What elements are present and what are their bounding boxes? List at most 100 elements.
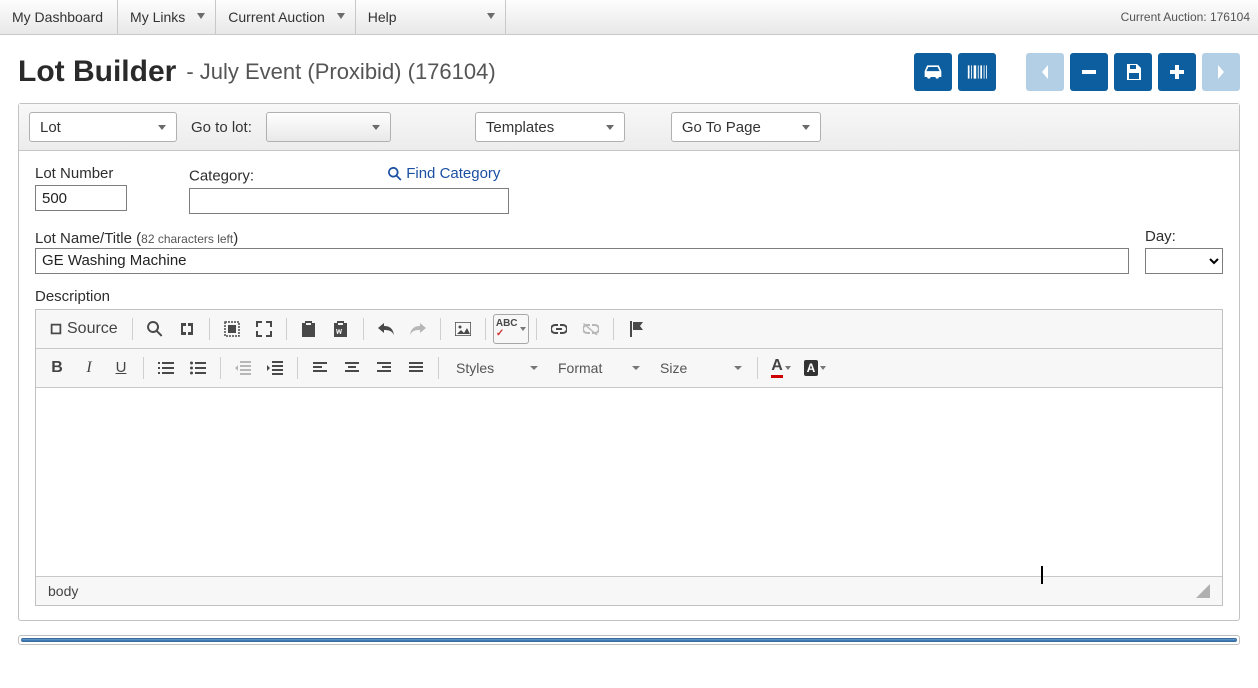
next-lot-button — [1202, 53, 1240, 91]
menu-my-dashboard[interactable]: My Dashboard — [0, 0, 118, 34]
editor-undo-button[interactable] — [371, 314, 401, 344]
editor-resize-grip[interactable] — [1196, 584, 1210, 598]
editor-paste-button[interactable] — [294, 314, 324, 344]
editor-element-path[interactable]: body — [48, 583, 78, 599]
top-menu-bar: My Dashboard My Links Current Auction He… — [0, 0, 1258, 35]
redo-icon — [410, 323, 426, 335]
chevron-down-icon — [337, 13, 345, 19]
editor-replace-button[interactable] — [172, 314, 202, 344]
day-field-group: Day: — [1145, 228, 1223, 274]
lot-type-select[interactable]: Lot — [29, 112, 177, 142]
go-to-lot-select[interactable] — [266, 112, 391, 142]
category-field-group: Category: Find Category — [189, 165, 509, 214]
combo-label: Templates — [486, 119, 554, 136]
menu-label: My Links — [130, 9, 185, 25]
editor-content-area[interactable] — [36, 388, 1222, 576]
unordered-list-icon — [190, 361, 206, 375]
barcode-button[interactable] — [958, 53, 996, 91]
save-icon — [1125, 64, 1141, 80]
menu-current-auction[interactable]: Current Auction — [216, 0, 356, 34]
page-header: Lot Builder - July Event (Proxibid) (176… — [0, 35, 1258, 103]
menu-help[interactable]: Help — [356, 0, 506, 34]
undo-icon — [378, 323, 394, 335]
editor-underline-button[interactable]: U — [106, 353, 136, 383]
editor-source-button[interactable]: Source — [42, 314, 125, 344]
find-category-link[interactable]: Find Category — [388, 165, 500, 182]
editor-flag-button[interactable] — [621, 314, 651, 344]
current-auction-indicator: Current Auction: 176104 — [1121, 0, 1258, 34]
menu-my-links[interactable]: My Links — [118, 0, 216, 34]
save-button[interactable] — [1114, 53, 1152, 91]
editor-footer: body — [36, 576, 1222, 605]
menu-label: Current Auction — [228, 9, 325, 25]
editor-bold-button[interactable]: B — [42, 353, 72, 383]
editor-redo-button — [403, 314, 433, 344]
editor-indent-button[interactable] — [260, 353, 290, 383]
chevron-down-icon — [785, 366, 791, 370]
add-lot-button[interactable] — [1158, 53, 1196, 91]
editor-selectall-button[interactable] — [217, 314, 247, 344]
editor-italic-button[interactable]: I — [74, 353, 104, 383]
plus-icon — [1170, 65, 1184, 79]
vehicle-button[interactable] — [914, 53, 952, 91]
chevron-down-icon — [530, 366, 538, 370]
editor-align-justify-button[interactable] — [401, 353, 431, 383]
align-left-icon — [313, 362, 327, 374]
editor-format-select[interactable]: Format — [548, 353, 648, 383]
align-right-icon — [377, 362, 391, 374]
chevron-down-icon — [372, 125, 380, 130]
text-cursor-caret — [1041, 566, 1043, 584]
select-all-icon — [224, 321, 240, 337]
go-to-page-select[interactable]: Go To Page — [671, 112, 821, 142]
editor-align-right-button[interactable] — [369, 353, 399, 383]
go-to-lot-label: Go to lot: — [191, 119, 252, 136]
day-label: Day: — [1145, 228, 1223, 245]
lot-number-input[interactable] — [35, 185, 127, 211]
lot-title-input[interactable] — [35, 248, 1129, 274]
lot-toolbar: Lot Go to lot: Templates Go To Page Lot … — [18, 103, 1240, 621]
combo-label: Lot — [40, 119, 61, 136]
lot-number-field-group: Lot Number — [35, 165, 127, 214]
bg-color-icon: A — [804, 360, 819, 376]
editor-align-center-button[interactable] — [337, 353, 367, 383]
paste-icon — [301, 321, 316, 337]
chevron-down-icon — [158, 125, 166, 130]
remove-lot-button[interactable] — [1070, 53, 1108, 91]
lot-title-label: Lot Name/Title (82 characters left) — [35, 230, 238, 247]
link-icon — [551, 324, 567, 334]
editor-numbered-list-button[interactable] — [151, 353, 181, 383]
chevron-left-icon — [1039, 65, 1051, 79]
editor-styles-select[interactable]: Styles — [446, 353, 546, 383]
editor-spellcheck-button[interactable]: ABC✓ — [493, 314, 529, 344]
editor-bullet-list-button[interactable] — [183, 353, 213, 383]
editor-bg-color-button[interactable]: A — [799, 353, 831, 383]
spellcheck-icon: ABC✓ — [496, 319, 518, 339]
page-title: Lot Builder — [18, 55, 176, 89]
chevron-down-icon — [632, 366, 640, 370]
maximize-icon — [256, 321, 272, 337]
chevron-down-icon — [197, 13, 205, 19]
editor-image-button[interactable] — [448, 314, 478, 344]
barcode-icon — [967, 64, 987, 80]
chevron-right-icon — [1215, 65, 1227, 79]
editor-outdent-button — [228, 353, 258, 383]
flag-icon — [629, 321, 643, 337]
editor-find-button[interactable] — [140, 314, 170, 344]
editor-paste-word-button[interactable] — [326, 314, 356, 344]
editor-align-left-button[interactable] — [305, 353, 335, 383]
menu-label: My Dashboard — [12, 9, 103, 25]
chevron-down-icon — [802, 125, 810, 130]
editor-unlink-button — [576, 314, 606, 344]
editor-size-select[interactable]: Size — [650, 353, 750, 383]
paste-word-icon — [333, 321, 348, 337]
templates-select[interactable]: Templates — [475, 112, 625, 142]
editor-link-button[interactable] — [544, 314, 574, 344]
search-icon — [388, 167, 402, 181]
editor-maximize-button[interactable] — [249, 314, 279, 344]
editor-text-color-button[interactable]: A — [765, 353, 797, 383]
category-input[interactable] — [189, 188, 509, 214]
day-select[interactable] — [1145, 248, 1223, 274]
chevron-down-icon — [487, 13, 495, 19]
combo-label: Go To Page — [682, 119, 761, 136]
align-center-icon — [345, 362, 359, 374]
